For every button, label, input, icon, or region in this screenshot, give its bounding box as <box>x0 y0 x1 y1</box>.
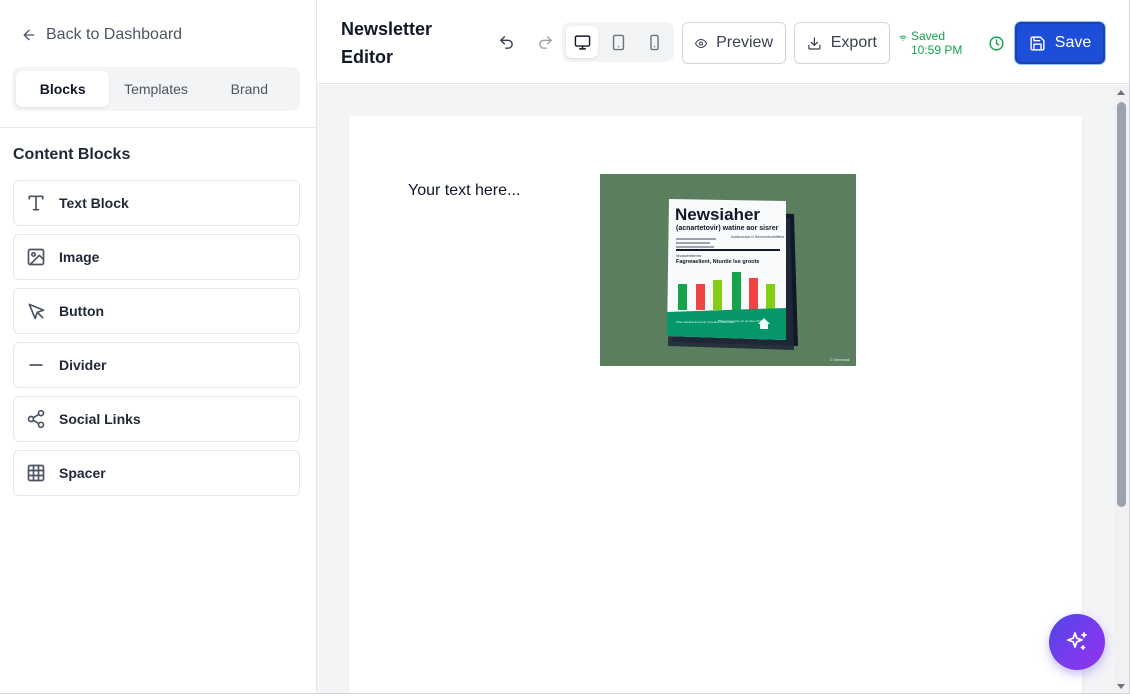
tab-templates[interactable]: Templates <box>109 71 202 107</box>
newsletter-document: Your text here... Newsiaher (acnartetovi… <box>349 116 1082 699</box>
download-icon <box>808 36 821 50</box>
grid-icon <box>27 464 45 482</box>
newspaper-subhead: (acnartetovir) watine aor sisrer <box>676 225 779 232</box>
block-label: Text Block <box>59 195 129 211</box>
image-block[interactable]: Newsiaher (acnartetovir) watine aor sisr… <box>600 174 856 366</box>
editor-canvas: Your text here... Newsiaher (acnartetovi… <box>317 85 1114 699</box>
desktop-view-button[interactable] <box>566 26 598 58</box>
tab-brand[interactable]: Brand <box>203 71 296 107</box>
tablet-icon <box>612 34 624 50</box>
saved-status: Saved 10:59 PM <box>898 29 978 57</box>
wifi-icon <box>899 35 907 41</box>
scroll-down-arrow-icon[interactable] <box>1117 684 1125 689</box>
monitor-icon <box>574 34 590 50</box>
newspaper-illustration: Newsiaher (acnartetovir) watine aor sisr… <box>600 174 856 366</box>
mobile-view-button[interactable] <box>638 26 670 58</box>
sidebar-tabs: Blocks Templates Brand <box>12 67 300 111</box>
tablet-view-button[interactable] <box>602 26 634 58</box>
block-label: Social Links <box>59 411 141 427</box>
device-toggle <box>562 22 674 62</box>
eye-icon <box>695 38 708 48</box>
tab-blocks[interactable]: Blocks <box>16 71 110 107</box>
sparkles-icon <box>1067 632 1087 650</box>
back-to-dashboard-link[interactable]: Back to Dashboard <box>21 24 182 46</box>
newspaper-chart-caption: Fagrwaelient, Ntuntie lse groote <box>676 259 759 265</box>
block-item-image[interactable]: Image <box>13 234 300 280</box>
ai-assistant-button[interactable] <box>1049 614 1105 670</box>
clock-icon <box>988 35 1004 51</box>
content-blocks-list: Text Block Image Button Divider Social L… <box>13 180 300 504</box>
newspaper-section-label: Nnussienberhes <box>676 254 702 258</box>
undo-icon <box>499 35 513 49</box>
block-item-button[interactable]: Button <box>13 288 300 334</box>
minus-icon <box>29 364 43 366</box>
image-icon <box>27 248 45 266</box>
arrow-left-icon <box>23 29 35 41</box>
block-label: Divider <box>59 357 107 373</box>
save-label: Save <box>1054 34 1092 51</box>
export-label: Export <box>830 34 877 51</box>
save-button[interactable]: Save <box>1015 22 1105 64</box>
newspaper-side-note: Inclarunrace ci Hermcertumbiffene <box>731 235 784 239</box>
sidebar: Back to Dashboard Blocks Templates Brand… <box>0 0 317 699</box>
block-item-spacer[interactable]: Spacer <box>13 450 300 496</box>
canvas-scrollbar[interactable] <box>1114 85 1129 694</box>
block-item-social-links[interactable]: Social Links <box>13 396 300 442</box>
back-link-label: Back to Dashboard <box>46 26 183 43</box>
cursor-pointer-icon <box>28 303 45 320</box>
redo-icon <box>538 35 552 49</box>
preview-button[interactable]: Preview <box>682 22 786 64</box>
preview-label: Preview <box>716 34 773 51</box>
block-item-divider[interactable]: Divider <box>13 342 300 388</box>
block-label: Button <box>59 303 105 319</box>
redo-button[interactable] <box>529 26 561 58</box>
text-block[interactable]: Your text here... <box>408 182 520 200</box>
block-label: Image <box>59 249 100 265</box>
block-item-text[interactable]: Text Block <box>13 180 300 226</box>
smartphone-icon <box>649 34 659 50</box>
newspaper-headline: Newsiaher <box>675 205 760 224</box>
share-icon <box>27 409 45 429</box>
scroll-thumb[interactable] <box>1117 102 1126 507</box>
block-label: Spacer <box>59 465 106 481</box>
page-title: Newsletter Editor <box>341 19 433 67</box>
version-history-button[interactable] <box>980 27 1012 59</box>
sidebar-divider <box>0 127 316 128</box>
saved-status-text: Saved 10:59 PM <box>911 29 963 57</box>
undo-button[interactable] <box>490 26 522 58</box>
save-icon <box>1030 35 1045 51</box>
image-credit: © Stmertnak <box>830 358 850 362</box>
newspaper-footer-right: Bhtes ttrecunrse ptt ert sltee ttfrle <box>718 319 763 323</box>
type-icon <box>28 195 44 211</box>
scroll-up-arrow-icon[interactable] <box>1117 90 1125 95</box>
window-bottom-edge <box>0 693 1130 699</box>
export-button[interactable]: Export <box>794 22 890 64</box>
section-title: Content Blocks <box>13 146 131 163</box>
editor-toolbar: Newsletter Editor Preview Export Saved 1… <box>317 0 1130 84</box>
